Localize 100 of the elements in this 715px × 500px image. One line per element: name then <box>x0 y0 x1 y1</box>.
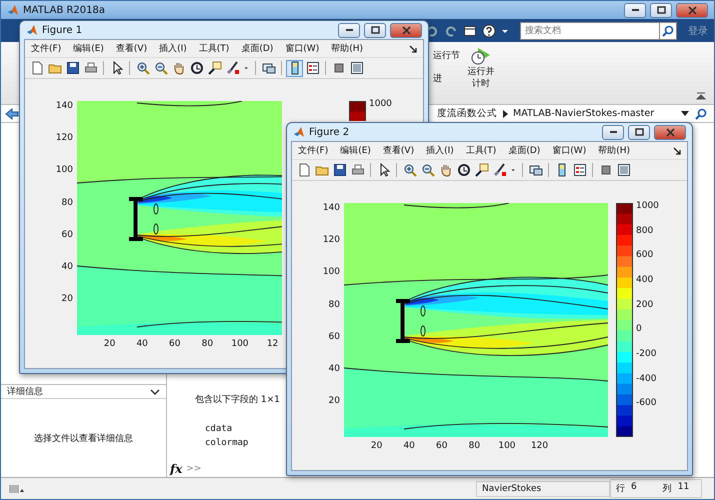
axis-tick-label: 40 <box>328 364 340 374</box>
path-folder[interactable]: MATLAB-NavierStokes-master <box>513 108 654 119</box>
close-icon <box>688 6 696 14</box>
matlab-logo-icon <box>26 24 38 36</box>
axis-tick-label: 12 <box>266 339 278 349</box>
search-icon[interactable] <box>694 106 708 120</box>
menu-item[interactable]: 工具(T) <box>466 144 496 157</box>
minimize-icon <box>610 131 616 133</box>
window-title: MATLAB R2018a <box>23 4 106 16</box>
path-separator-icon <box>502 110 508 118</box>
matlab-logo-icon <box>293 126 305 138</box>
colorbar-icon[interactable] <box>286 60 303 76</box>
menu-item[interactable]: 窗口(W) <box>285 42 320 55</box>
save-icon[interactable] <box>331 162 348 178</box>
status-file-name: NavierStokes <box>476 480 610 496</box>
menu-item[interactable]: 查看(V) <box>382 144 414 157</box>
axis-tick-label: 100 <box>56 165 73 176</box>
status-bar-menu-icon[interactable] <box>9 484 25 494</box>
advance-button[interactable]: 进 <box>433 72 460 85</box>
axis-tick-label: 20 <box>104 339 116 349</box>
menu-item[interactable]: 帮助(H) <box>598 144 630 157</box>
colorbar-tick-label: 400 <box>636 275 654 286</box>
legend-icon[interactable] <box>304 60 321 76</box>
rotate-icon[interactable] <box>455 162 472 178</box>
help-icon[interactable] <box>482 24 496 38</box>
axis-tick-label: 100 <box>498 441 516 451</box>
row-number: 6 <box>631 482 637 494</box>
brush-icon[interactable] <box>224 60 241 76</box>
close-icon <box>666 128 674 136</box>
run-section-button[interactable]: 运行节 <box>433 49 460 62</box>
colorbar-tick-label: 0 <box>636 324 642 334</box>
command-output-line: 包含以下字段的 1×1 <box>195 394 280 406</box>
save-icon[interactable] <box>64 60 81 76</box>
minimize-button[interactable] <box>624 2 646 18</box>
menu-item[interactable]: 编辑(E) <box>340 144 371 157</box>
window-icon[interactable] <box>348 60 365 76</box>
axis-tick-label: 120 <box>530 441 548 451</box>
run-timer-icon <box>470 46 492 66</box>
menu-item[interactable]: 查看(V) <box>116 42 148 55</box>
close-button[interactable] <box>654 124 686 140</box>
minimize-icon <box>346 29 352 31</box>
axis-tick-label: 60 <box>328 332 340 342</box>
data-cursor-icon[interactable] <box>473 162 490 178</box>
path-folder[interactable]: 度流函数公式 <box>437 107 497 120</box>
function-browser-button[interactable]: fx <box>170 462 182 476</box>
menu-item[interactable]: 文件(F) <box>298 144 328 157</box>
menu-item[interactable]: 帮助(H) <box>331 42 363 55</box>
axis-tick-label: 120 <box>56 132 73 143</box>
rotate-icon[interactable] <box>188 60 205 76</box>
chevron-down-icon[interactable] <box>150 388 160 394</box>
back-arrow-icon[interactable] <box>5 108 19 120</box>
run-and-time-button[interactable]: 运行并计时 <box>466 42 496 90</box>
search-button[interactable] <box>660 22 677 40</box>
colorbar-tick-label: 200 <box>636 300 654 310</box>
command-output-line: colormap <box>205 437 248 450</box>
dropdown-caret-icon[interactable] <box>681 110 689 116</box>
data-cursor-icon[interactable] <box>206 60 223 76</box>
axis-tick-label: 80 <box>468 441 480 451</box>
axis-tick-label: 80 <box>328 300 340 310</box>
close-button[interactable] <box>676 2 708 18</box>
window-layout-icon[interactable] <box>463 24 477 38</box>
dock-arrow-icon[interactable] <box>673 146 681 154</box>
axis-tick-label: 100 <box>231 339 249 349</box>
dock-arrow-icon[interactable] <box>409 44 417 52</box>
colorbar-tick-label: 600 <box>636 250 654 260</box>
brush-icon[interactable] <box>491 162 508 178</box>
maximize-icon <box>370 26 380 34</box>
menu-item[interactable]: 桌面(D) <box>241 42 274 55</box>
maximize-button[interactable] <box>364 22 386 38</box>
menu-item[interactable]: 编辑(E) <box>73 42 104 55</box>
collapse-ribbon-icon[interactable] <box>696 92 706 100</box>
close-button[interactable] <box>390 22 422 38</box>
axis-tick-label: 120 <box>322 234 340 245</box>
menu-item[interactable]: 插入(I) <box>159 42 187 55</box>
command-prompt[interactable]: >> <box>186 464 202 474</box>
matlab-logo-icon <box>7 4 19 16</box>
details-header[interactable]: 详细信息 <box>1 384 166 399</box>
axis-tick-label: 80 <box>62 198 73 208</box>
search-field[interactable]: 搜索文档 <box>520 22 660 40</box>
redo-icon[interactable] <box>444 24 458 38</box>
command-output-line: cdata <box>205 423 232 436</box>
details-message: 选择文件以查看详细信息 <box>34 432 133 444</box>
minimize-button[interactable] <box>602 124 624 140</box>
maximize-button[interactable] <box>628 124 650 140</box>
obstacle-shape <box>127 197 145 241</box>
menu-item[interactable]: 桌面(D) <box>508 144 540 157</box>
menu-item[interactable]: 窗口(W) <box>552 144 586 157</box>
login-link[interactable]: 登录 <box>688 24 708 38</box>
window-icon[interactable] <box>615 162 632 178</box>
axis-tick-label: 60 <box>436 441 448 451</box>
axis-tick-label: 40 <box>403 441 415 451</box>
menu-item[interactable]: 工具(T) <box>198 42 230 55</box>
menu-item[interactable]: 文件(F) <box>31 42 62 55</box>
row-label: 行 <box>616 483 625 495</box>
legend-icon[interactable] <box>571 162 588 178</box>
menu-item[interactable]: 插入(I) <box>426 144 454 157</box>
maximize-button[interactable] <box>650 2 672 18</box>
axis-tick-label: 40 <box>136 339 148 349</box>
minimize-icon <box>632 9 638 11</box>
minimize-button[interactable] <box>338 22 360 38</box>
